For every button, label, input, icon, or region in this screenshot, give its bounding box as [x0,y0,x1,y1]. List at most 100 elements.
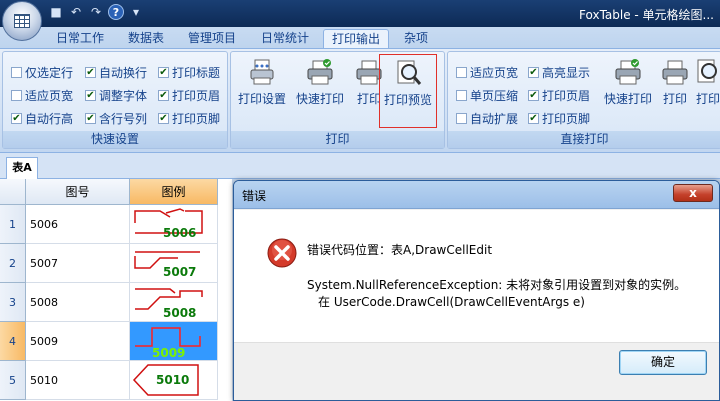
print-preview-button[interactable]: 打印预览 [379,54,437,128]
checkbox-box [456,67,467,78]
app-menu-button[interactable] [2,1,42,41]
row-header[interactable]: 1 [0,205,26,244]
cell-drawing-no[interactable]: 5007 [26,244,130,283]
legend-label: 5007 [163,265,197,279]
row-header[interactable]: 4 [0,322,26,361]
button-label: 打印 [695,92,720,106]
title-bar: ■ ↶ ↷ ? ▾ FoxTable - 单元格绘图... [0,0,720,27]
group-label-print: 打印 [231,131,444,148]
print-preview-icon [397,60,422,85]
checkbox-row-number-column[interactable]: ✔ 含行号列 [85,110,147,127]
checkbox-auto-expand[interactable]: 自动扩展 [456,110,518,127]
checkbox-fit-width[interactable]: 适应页宽 [11,87,73,104]
direct-print-preview-button[interactable]: 打印 [694,54,720,114]
checkbox-auto-row-height[interactable]: ✔ 自动行高 [11,110,73,127]
ok-button[interactable]: 确定 [619,350,707,375]
column-header-legend[interactable]: 图例 [130,179,218,205]
tab-datasheet[interactable]: 数据表 [120,29,172,48]
checkbox-label: 打印页眉 [172,89,221,103]
checkbox-direct-print-footer[interactable]: ✔ 打印页脚 [528,110,590,127]
legend-label: 5008 [163,306,197,320]
tab-print-output[interactable]: 打印输出 [323,29,390,48]
cell-legend[interactable]: 5006 [130,205,218,244]
error-exception: System.NullReferenceException: 未将对象引用设置到… [307,278,687,292]
group-label-quick-settings: 快速设置 [3,131,227,148]
checkbox-label: 单页压缩 [470,89,519,103]
cell-drawing-no[interactable]: 5008 [26,283,130,322]
checkbox-box: ✔ [528,112,539,124]
print-group: 打印设置 快速打印 打印 打印预览 打印 [230,51,445,149]
quick-access-toolbar: ■ ↶ ↷ ? ▾ [48,4,144,20]
button-label: 快速打印 [295,92,344,106]
cell-legend[interactable]: 5009 [130,322,218,361]
checkbox-direct-fit-width[interactable]: 适应页宽 [456,64,518,81]
row-header[interactable]: 5 [0,361,26,400]
ribbon: 仅选定行 ✔ 自动换行 ✔ 打印标题 适应页宽 ✔ 调整字体 ✔ 打印页眉 ✔ 自动行高 … [0,48,720,153]
checkbox-label: 打印标题 [172,66,221,80]
data-grid: 图号 图例 1 5006 5006 2 5007 5007 3 5008 500… [0,179,232,401]
checkbox-box: ✔ [528,89,539,101]
customize-icon[interactable]: ▾ [128,4,144,20]
checkbox-auto-wrap[interactable]: ✔ 自动换行 [85,64,147,81]
direct-quick-print-button[interactable]: 快速打印 [600,54,656,114]
checkbox-adjust-font[interactable]: ✔ 调整字体 [85,87,147,104]
checkbox-label: 仅选定行 [25,66,74,80]
row-header[interactable]: 2 [0,244,26,283]
checkbox-print-header[interactable]: ✔ 打印页眉 [158,87,220,104]
checkbox-highlight[interactable]: ✔ 高亮显示 [528,64,590,81]
checkbox-label: 自动换行 [99,66,148,80]
error-dialog: 错误 x 错误代码位置：表A,DrawCellEdit System.NullR… [233,180,720,401]
quick-print-button[interactable]: 快速打印 [293,54,347,114]
direct-print-group: 适应页宽 ✔ 高亮显示 单页压缩 ✔ 打印页眉 自动扩展 ✔ 打印页脚 快速打印 打印… [447,51,720,149]
undo-icon[interactable]: ↶ [68,4,84,20]
button-label: 打印 [356,92,381,106]
cell-legend[interactable]: 5008 [130,283,218,322]
cell-drawing-no[interactable]: 5010 [26,361,130,400]
cell-drawing-no[interactable]: 5006 [26,205,130,244]
redo-icon[interactable]: ↷ [88,4,104,20]
button-label: 打印 [662,92,687,106]
cell-drawing-no[interactable]: 5009 [26,322,130,361]
table-icon [14,14,30,28]
print-setup-icon [250,59,274,85]
legend-label: 5010 [156,373,190,387]
sheet-tab-a[interactable]: 表A [6,157,38,179]
checkbox-label: 自动行高 [25,112,74,126]
checkbox-print-title[interactable]: ✔ 打印标题 [158,64,220,81]
tab-manage-project[interactable]: 管理项目 [180,29,244,48]
close-button[interactable]: x [673,184,713,202]
dialog-title-bar[interactable]: 错误 x [234,181,719,209]
tab-daily-stats[interactable]: 日常统计 [253,29,317,48]
checkbox-selected-rows[interactable]: 仅选定行 [11,64,73,81]
tab-daily-work[interactable]: 日常工作 [48,29,112,48]
sheet-tab-bar: 表A [0,153,720,179]
error-location: 错误代码位置：表A,DrawCellEdit [307,243,493,257]
row-header[interactable]: 3 [0,283,26,322]
dialog-body: 错误代码位置：表A,DrawCellEdit System.NullRefere… [234,210,719,342]
checkbox-box [11,67,22,78]
tab-misc[interactable]: 杂项 [396,29,436,48]
checkbox-single-page-compress[interactable]: 单页压缩 [456,87,518,104]
checkbox-box: ✔ [528,66,539,78]
print-setup-button[interactable]: 打印设置 [235,54,289,114]
checkbox-direct-print-header[interactable]: ✔ 打印页眉 [528,87,590,104]
error-icon [267,238,297,268]
window-title: FoxTable - 单元格绘图... [579,8,714,22]
printer-icon [662,60,688,85]
checkbox-label: 适应页宽 [470,66,519,80]
direct-print-button[interactable]: 打印 [658,54,692,114]
column-header-drawing-no[interactable]: 图号 [26,179,130,205]
checkbox-box: ✔ [85,89,96,101]
cell-legend[interactable]: 5007 [130,244,218,283]
checkbox-box: ✔ [85,112,96,124]
checkbox-label: 自动扩展 [470,112,519,126]
help-icon[interactable]: ? [108,4,124,20]
legend-label: 5009 [152,346,186,360]
quick-settings-group: 仅选定行 ✔ 自动换行 ✔ 打印标题 适应页宽 ✔ 调整字体 ✔ 打印页眉 ✔ 自动行高 … [2,51,228,149]
cell-legend[interactable]: 5010 [130,361,218,400]
save-icon[interactable]: ■ [48,4,64,20]
grid-corner[interactable] [0,179,26,205]
button-label: 快速打印 [603,92,652,106]
checkbox-print-footer[interactable]: ✔ 打印页脚 [158,110,220,127]
checkbox-label: 含行号列 [99,112,148,126]
